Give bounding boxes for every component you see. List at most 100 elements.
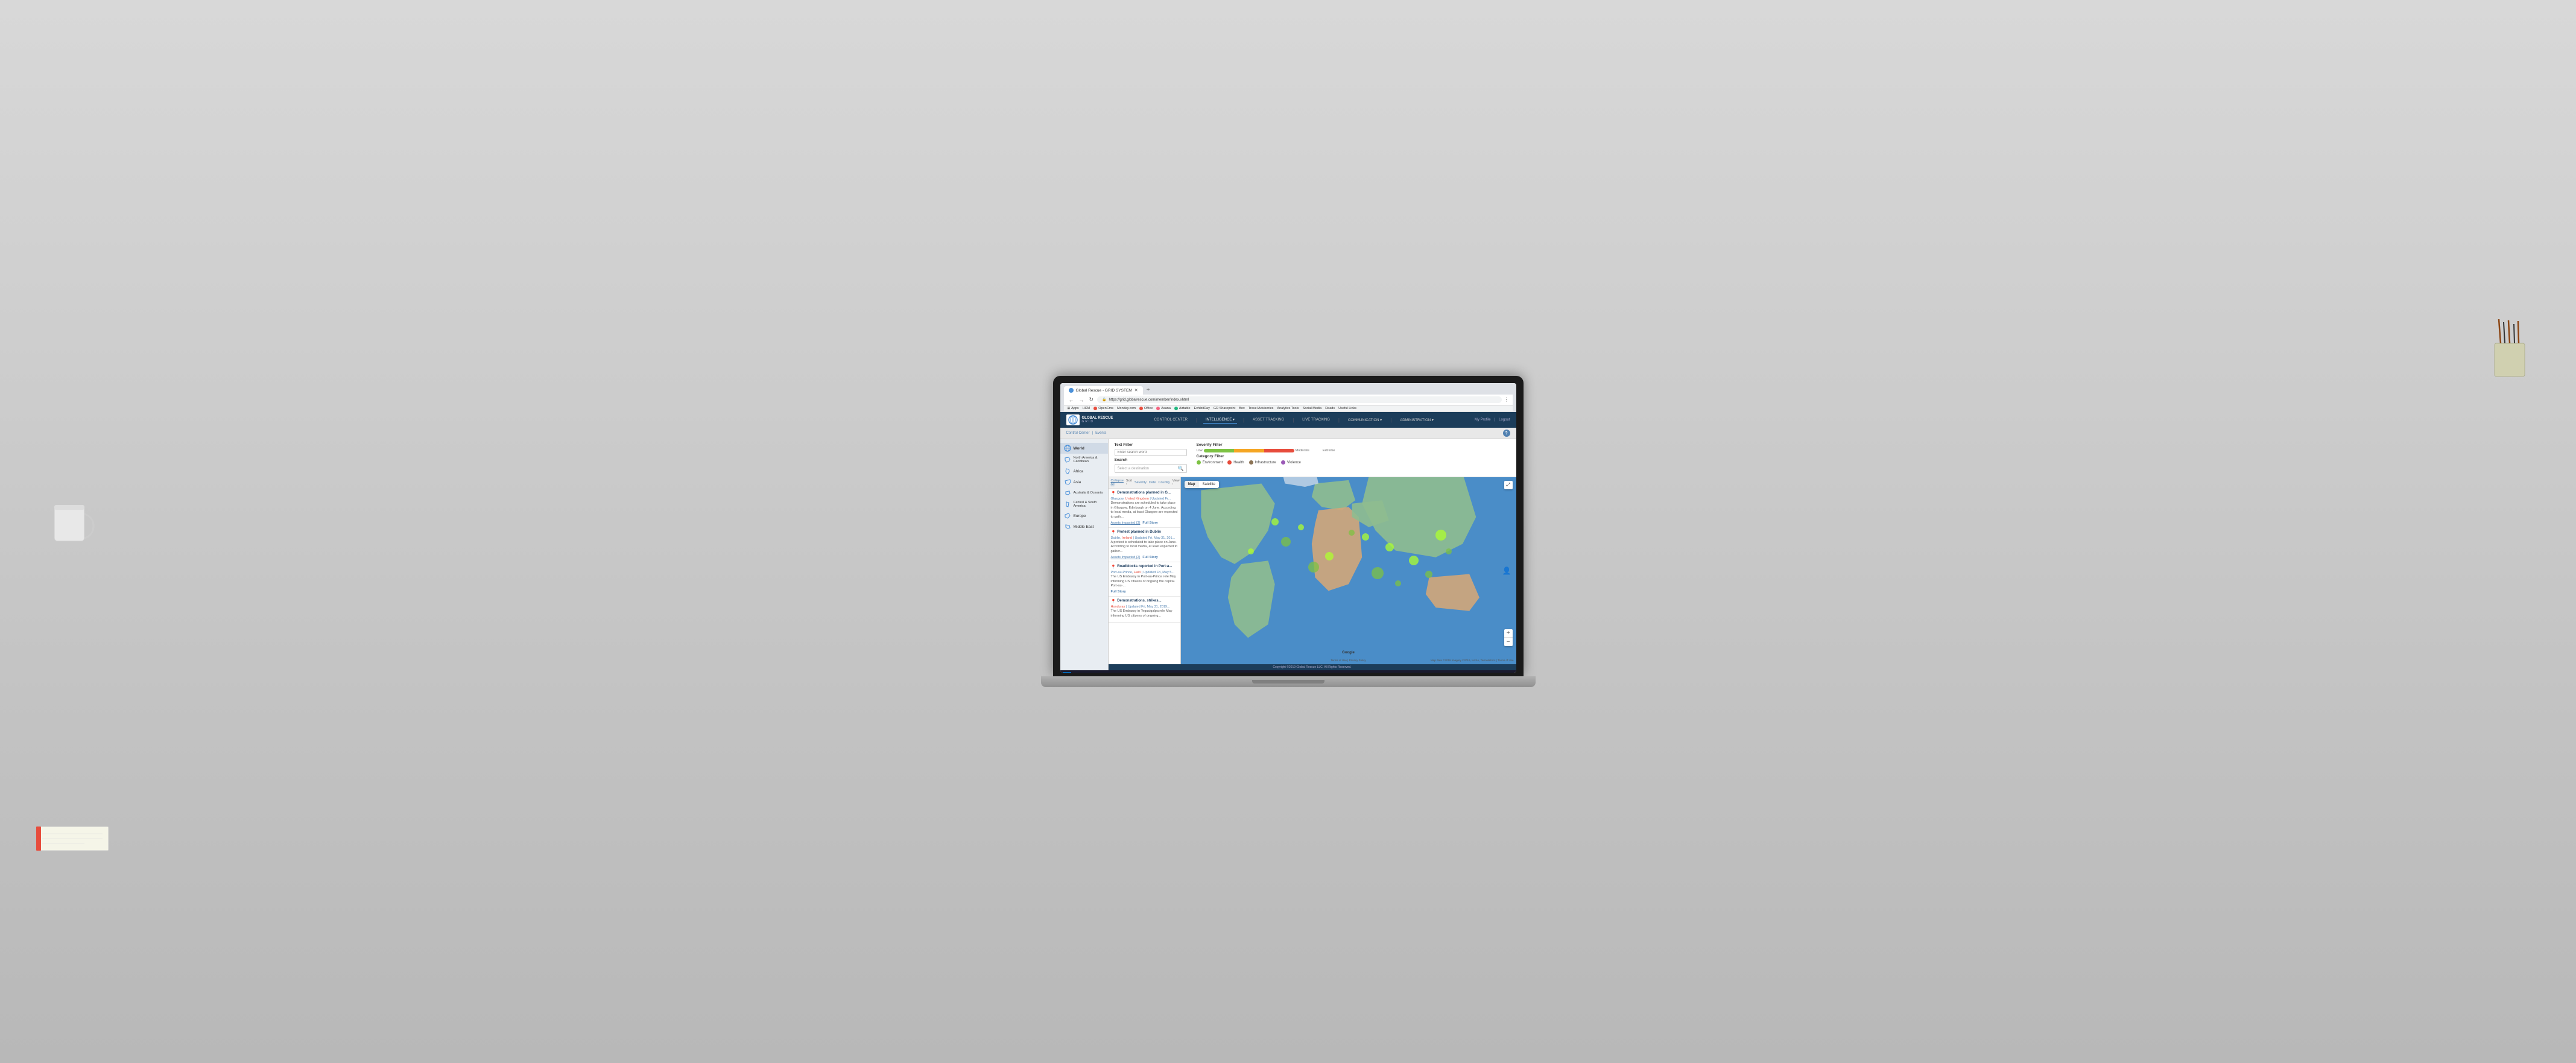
bookmark-useful[interactable]: Useful Links [1338,407,1356,410]
event-card-3[interactable]: 📍 Roadblocks reported in Port-a... Port-… [1109,562,1180,597]
map-dot-11 [1409,556,1419,565]
sidebar-label-central-south: Central & South America [1074,501,1104,508]
bookmark-apps[interactable]: ⊞Apps [1068,407,1079,410]
event-footer-3: Full Story [1111,590,1178,594]
bookmark-opencms[interactable]: OpenCms [1093,407,1113,410]
satellite-button[interactable]: Satellite [1199,481,1219,488]
start-button[interactable]: ⊞ [1063,672,1071,673]
tab-label: Global Rescue - GRID SYSTEM [1076,389,1132,393]
nav-intelligence[interactable]: INTELLIGENCE ▾ [1203,416,1237,424]
nav-administration[interactable]: ADMINISTRATION ▾ [1397,417,1436,424]
breadcrumb-events[interactable]: Events [1095,431,1106,435]
forward-button[interactable]: → [1078,397,1086,403]
zoom-controls: + − [1504,629,1513,646]
asia-icon [1064,479,1071,485]
nav-control-center[interactable]: CONTROL CENTER [1151,417,1189,423]
sort-country[interactable]: Country [1159,481,1170,484]
environment-dot [1197,460,1201,465]
severity-bar-container: Low Moderate Extreme [1197,449,1335,452]
category-environment[interactable]: Environment [1197,460,1223,465]
events-scroll: 📍 Demonstrations planned in G... Glasgow… [1109,489,1180,664]
nav-asset-tracking[interactable]: ASSET TRACKING [1250,417,1286,423]
zoom-in-button[interactable]: + [1504,629,1513,638]
zoom-out-button[interactable]: − [1504,638,1513,646]
middle-east-icon [1064,524,1071,530]
event-card-1[interactable]: 📍 Demonstrations planned in G... Glasgow… [1109,489,1180,528]
active-tab[interactable]: Global Rescue - GRID SYSTEM ✕ [1064,386,1143,395]
sidebar-item-north-america[interactable]: North America & Caribbean [1060,454,1108,466]
destination-select[interactable]: Select a destination 🔍 [1115,464,1187,473]
user-links: My Profile | Logout [1475,418,1510,422]
world-map: Map Satellite ⤢ 👤 + − [1181,477,1516,664]
sidebar-item-africa[interactable]: Africa [1060,466,1108,477]
bookmark-office[interactable]: Office [1139,407,1153,410]
address-bar[interactable]: 🔒 https://grid.globalrescue.com/member/i… [1097,396,1501,403]
bookmark-travel[interactable]: Travel Advisories [1248,407,1274,410]
refresh-button[interactable]: ↻ [1088,396,1095,403]
sidebar-item-central-south[interactable]: Central & South America [1060,498,1108,510]
bookmark-exhibitday[interactable]: ExhibitDay [1194,407,1210,410]
logout-button[interactable]: Logout [1499,418,1510,422]
tab-close-button[interactable]: ✕ [1135,388,1138,393]
event-card-2[interactable]: 📍 Protest planned in Dublin Dublin, Irel… [1109,528,1180,562]
bookmark-sharepoint[interactable]: GR Sharepoint [1214,407,1235,410]
sort-severity[interactable]: Severity [1135,481,1147,484]
url-text: https://grid.globalrescue.com/member/ind… [1109,398,1189,402]
pin-icon-1: 📍 [1111,491,1116,496]
bookmark-box[interactable]: Box [1239,407,1244,410]
app-footer: Copyright ©2019 Global Rescue LLC. All R… [1109,664,1516,670]
category-infrastructure[interactable]: Infrastructure [1249,460,1276,465]
sidebar-item-europe[interactable]: Europe [1060,510,1108,521]
bookmark-asana[interactable]: Asana [1156,407,1171,410]
sidebar-label-australia: Australia & Oceania [1074,491,1103,495]
full-story-2[interactable]: Full Story [1142,556,1157,559]
pin-icon-3: 📍 [1111,565,1116,570]
nav-communication[interactable]: COMMUNICATION ▾ [1346,417,1384,424]
browser-chrome: Global Rescue - GRID SYSTEM ✕ + ← → ↻ 🔒 … [1060,383,1516,412]
events-list: Collapse All Sort : Severity Date Countr… [1109,477,1181,664]
map-button[interactable]: Map [1185,481,1199,488]
text-filter-input[interactable] [1115,449,1187,456]
category-violence[interactable]: Violence [1281,460,1301,465]
events-toolbar: Collapse All Sort : Severity Date Countr… [1109,477,1180,489]
bookmark-monday[interactable]: Monday.com [1117,407,1136,410]
view-label: View : [1172,479,1180,486]
decorative-pencil-cup [2492,319,2528,379]
new-tab-button[interactable]: + [1144,386,1153,395]
assets-impacted-2[interactable]: Assets Impacted (2) [1111,556,1141,559]
infrastructure-label: Infrastructure [1255,461,1276,465]
assets-impacted-1[interactable]: Assets Impacted (3) [1111,521,1141,525]
bookmark-analytics[interactable]: Analytics Tools [1277,407,1299,410]
full-story-1[interactable]: Full Story [1142,521,1157,525]
nav-live-tracking[interactable]: LIVE TRACKING [1300,417,1332,423]
help-button[interactable]: ? [1503,430,1510,437]
full-story-3[interactable]: Full Story [1111,590,1126,594]
sidebar-item-middle-east[interactable]: Middle East [1060,521,1108,532]
collapse-all-button[interactable]: Collapse All [1111,479,1124,486]
logout-link[interactable]: | [1495,418,1496,422]
bookmark-social[interactable]: Social Media [1303,407,1322,410]
my-profile-link[interactable]: My Profile [1475,418,1491,422]
screen-bezel: Global Rescue - GRID SYSTEM ✕ + ← → ↻ 🔒 … [1053,376,1524,676]
search-icon: 🔍 [1178,466,1184,471]
map-dot-1 [1271,518,1279,525]
category-health[interactable]: Health [1227,460,1244,465]
violence-label: Violence [1287,461,1301,465]
category-filter-label: Category Filter [1197,454,1335,459]
fullscreen-button[interactable]: ⤢ [1504,481,1513,489]
bookmark-hcm[interactable]: HCM [1083,407,1090,410]
bookmark-airtable[interactable]: Airtable [1174,407,1191,410]
bookmark-reads[interactable]: Reads [1325,407,1335,410]
event-card-4[interactable]: 📍 Demonstrations, strikes... Honduras | … [1109,597,1180,623]
back-button[interactable]: ← [1068,397,1075,403]
sort-date[interactable]: Date [1149,481,1156,484]
sidebar-item-world[interactable]: World [1060,443,1108,454]
sidebar-item-australia[interactable]: Australia & Oceania [1060,487,1108,498]
more-button[interactable]: ⋮ [1504,397,1509,402]
laptop-base [1041,676,1536,687]
breadcrumb-control-center[interactable]: Control Center [1066,431,1090,435]
europe-icon [1064,513,1071,519]
sidebar-label-europe: Europe [1074,514,1086,518]
logo-icon [1066,414,1080,425]
sidebar-item-asia[interactable]: Asia [1060,477,1108,487]
